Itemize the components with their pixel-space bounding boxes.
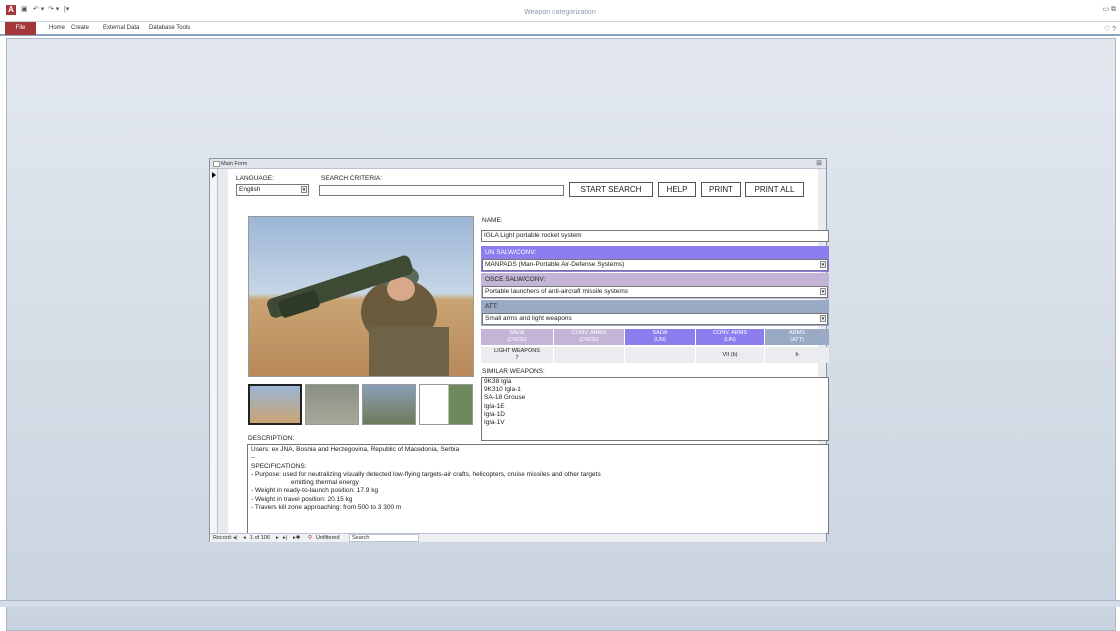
title-bar: A ▣ ↶ ▾ ↷ ▾ |▾ Weapon categorization ▭ ⧉	[0, 0, 1120, 22]
grid-value-salw-un	[625, 347, 695, 363]
window-title: Weapon categorization	[524, 9, 596, 16]
form-icon	[213, 161, 220, 167]
thumbnail-1[interactable]	[248, 384, 302, 425]
ribbon-tabs: Home Create External Data Database Tools	[0, 22, 1120, 36]
description-line: - Weight in ready-to-launch position: 17…	[251, 487, 379, 495]
status-bar	[0, 600, 1120, 607]
tab-create[interactable]: Create	[71, 25, 89, 31]
chevron-down-icon[interactable]: ▾	[301, 186, 307, 193]
weapon-main-photo	[248, 216, 474, 377]
tab-database-tools[interactable]: Database Tools	[149, 25, 190, 31]
main-form-window: Main Form ⊠ LANGUAGE: English ▾ SEARCH C…	[209, 158, 829, 542]
grid-header-salw-osce: SALW (OSCE)	[481, 329, 553, 345]
record-navigation-bar: Record: ◂| ◂ 1 of 106 ▸ ▸| ▸✱ ⚲ Unfilter…	[210, 533, 826, 542]
list-item[interactable]: Igla-1D	[484, 411, 828, 419]
name-field[interactable]: IGLA Light portable rocket system	[481, 230, 829, 242]
help-icon[interactable]: ♡ ?	[1104, 25, 1116, 33]
language-value: English	[239, 186, 261, 193]
grid-value-conv-arms-un: VII (b)	[696, 347, 764, 363]
grid-header-conv-arms-osce: CONV. ARMS (OSCE)	[554, 329, 624, 345]
description-line: --	[251, 454, 256, 462]
form-title: Main Form	[221, 161, 248, 167]
record-position[interactable]: 1 of 106	[250, 534, 270, 543]
language-select[interactable]: English ▾	[236, 184, 309, 196]
last-record-icon[interactable]: ▸|	[283, 534, 287, 543]
thumbnail-2[interactable]	[305, 384, 359, 425]
description-field[interactable]: Users: ex JNA, Bosnia and Herzegovina, R…	[247, 444, 829, 534]
osce-salw-value: Portable launchers of anti-aircraft miss…	[485, 288, 629, 295]
similar-weapons-label: SIMILAR WEAPONS:	[482, 368, 545, 375]
new-record-icon[interactable]: ▸✱	[293, 534, 300, 543]
description-line: - Purpose: used for neutralizing visuall…	[251, 470, 601, 478]
list-item[interactable]: Igla-1V	[484, 419, 828, 427]
description-line: Users: ex JNA, Bosnia and Herzegovina, R…	[251, 446, 460, 453]
grid-header-arms-att: ARMS (ATT)	[765, 329, 829, 345]
description-line: - Weight in travel position: 20.15 kg	[251, 495, 353, 503]
description-line: SPECIFICATIONS:	[251, 462, 307, 470]
language-label: LANGUAGE:	[236, 175, 274, 182]
thumbnail-3[interactable]	[362, 384, 416, 425]
chevron-down-icon[interactable]: ▾	[820, 261, 826, 268]
previous-record-icon[interactable]: ◂	[243, 534, 246, 543]
similar-weapons-list[interactable]: 9K38 Igla 9K310 Igla-1 SA-18 Grouse Igla…	[481, 377, 829, 441]
current-record-arrow-icon	[212, 172, 216, 178]
att-select[interactable]: Small arms and light weapons ▾	[482, 313, 828, 325]
search-box[interactable]: Search	[349, 534, 419, 542]
tab-file[interactable]: File	[5, 22, 36, 35]
list-item[interactable]: SA-18 Grouse	[484, 394, 828, 402]
search-criteria-label: SEARCH CRITERIA:	[321, 175, 383, 182]
chevron-down-icon[interactable]: ▾	[820, 288, 826, 295]
description-line: - Travers kill zone approaching: from 50…	[251, 504, 402, 512]
start-search-button[interactable]: START SEARCH	[569, 182, 653, 197]
search-input[interactable]	[319, 185, 564, 196]
print-all-button[interactable]: PRINT ALL	[745, 182, 804, 197]
osce-salw-select[interactable]: Portable launchers of anti-aircraft miss…	[482, 286, 828, 298]
grid-value-salw-osce: LIGHT WEAPONS 7	[481, 347, 553, 363]
filter-status[interactable]: Unfiltered	[316, 534, 340, 543]
grid-header-salw-un: SALW (UN)	[625, 329, 695, 345]
grid-value-arms-att: h	[765, 347, 829, 363]
tab-external-data[interactable]: External Data	[103, 25, 139, 31]
description-line: emitting thermal energy	[291, 479, 359, 487]
form-title-bar: Main Form ⊠	[210, 159, 826, 169]
soldier-with-launcher-image	[267, 255, 449, 376]
record-selector[interactable]	[210, 169, 218, 533]
thumbnail-4[interactable]	[419, 384, 473, 425]
grid-value-conv-arms-osce	[554, 347, 624, 363]
form-detail-section: LANGUAGE: English ▾ SEARCH CRITERIA: STA…	[228, 169, 829, 534]
next-record-icon[interactable]: ▸	[276, 534, 279, 543]
close-form-icon[interactable]: ⊠	[816, 159, 822, 167]
un-salw-select[interactable]: MANPADS (Man-Portable Air-Defense System…	[482, 259, 828, 271]
osce-salw-label: OSCE SALW/CONV:	[485, 276, 546, 283]
window-controls[interactable]: ▭ ⧉	[1102, 5, 1116, 14]
att-value: Small arms and light weapons	[485, 315, 572, 322]
chevron-down-icon[interactable]: ▾	[820, 315, 826, 322]
list-item[interactable]: Igla-1E	[484, 403, 828, 411]
help-button[interactable]: HELP	[658, 182, 696, 197]
att-label: ATT:	[485, 303, 498, 310]
filter-icon: ⚲	[308, 535, 313, 541]
tab-home[interactable]: Home	[49, 25, 65, 31]
description-label: DESCRIPTION:	[248, 435, 295, 442]
grid-header-conv-arms-un: CONV. ARMS (UN)	[696, 329, 764, 345]
un-salw-value: MANPADS (Man-Portable Air-Defense System…	[485, 261, 625, 268]
un-salw-label: UN SALW/CONV:	[485, 249, 537, 256]
name-label: NAME:	[482, 217, 503, 224]
list-item[interactable]: 9K310 Igla-1	[484, 386, 828, 394]
record-label: Record:	[213, 535, 233, 541]
first-record-icon[interactable]: ◂|	[233, 534, 237, 543]
list-item[interactable]: 9K38 Igla	[484, 378, 828, 386]
print-button[interactable]: PRINT	[701, 182, 741, 197]
